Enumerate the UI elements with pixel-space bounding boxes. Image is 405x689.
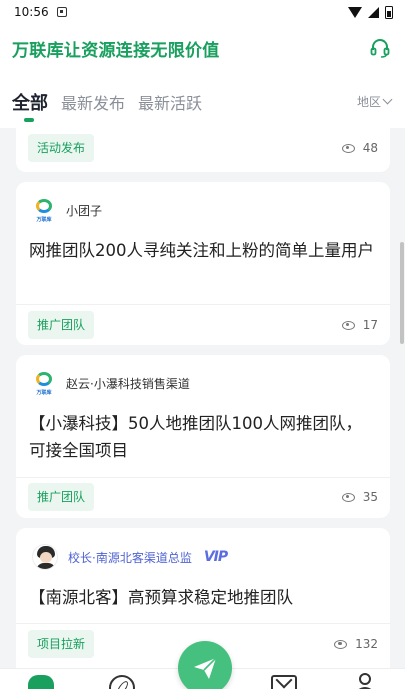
avatar[interactable]: 万联库 (32, 371, 56, 396)
post-tag[interactable]: 活动发布 (28, 134, 95, 162)
post-feed[interactable]: 活动发布 48 万联库 小团子 网推团队200人寻纯关注和上粉的简单上量用户 推… (0, 128, 405, 668)
view-count-value: 35 (362, 490, 378, 504)
author-name[interactable]: 小团子 (66, 202, 102, 219)
user-icon[interactable] (355, 673, 375, 689)
eye-icon (341, 320, 355, 330)
view-count: 17 (341, 318, 378, 332)
view-count-value: 132 (355, 637, 378, 651)
region-label: 地区 (356, 95, 381, 109)
eye-icon (341, 492, 355, 502)
filter-tabs: 全部 最新发布 最新活跃 地区 (0, 72, 405, 128)
view-count: 132 (334, 637, 378, 651)
publish-button[interactable] (178, 641, 232, 689)
post-tag[interactable]: 项目拉新 (28, 630, 95, 658)
post-card[interactable]: 万联库 赵云·小瀑科技销售渠道 【小瀑科技】50人地推团队100人网推团队，可接… (16, 355, 390, 518)
divider (16, 304, 390, 305)
post-author[interactable]: 万联库 小团子 (32, 198, 102, 223)
home-icon[interactable] (28, 675, 54, 689)
post-card[interactable]: 万联库 小团子 网推团队200人寻纯关注和上粉的简单上量用户 推广团队 17 (16, 182, 390, 345)
headset-icon[interactable] (369, 37, 391, 59)
eye-icon (334, 639, 348, 649)
post-content[interactable]: 网推团队200人寻纯关注和上粉的简单上量用户 (29, 237, 376, 264)
view-count-value: 48 (362, 141, 378, 155)
post-author[interactable]: 校长·南源北客渠道总监 VIP (32, 544, 228, 570)
post-content[interactable]: 【小瀑科技】50人地推团队100人网推团队，可接全国项目 (29, 410, 376, 464)
avatar[interactable] (32, 544, 58, 570)
notification-icon (56, 7, 67, 17)
avatar[interactable]: 万联库 (32, 198, 56, 223)
signal-icon (368, 6, 379, 18)
status-time: 10:56 (14, 5, 49, 19)
app-header: 万联库让资源连接无限价值 (0, 24, 405, 72)
vip-badge: VIP (203, 549, 228, 565)
send-icon (194, 657, 217, 679)
compass-icon[interactable] (109, 675, 135, 689)
post-author[interactable]: 万联库 赵云·小瀑科技销售渠道 (32, 371, 190, 396)
region-filter[interactable]: 地区 (356, 93, 393, 110)
active-tab-indicator (24, 118, 34, 122)
divider (16, 477, 390, 478)
tab-latest-posted[interactable]: 最新发布 (61, 90, 125, 114)
post-card[interactable]: 活动发布 48 (16, 128, 390, 172)
tab-all[interactable]: 全部 (12, 89, 48, 115)
view-count: 48 (341, 141, 378, 155)
post-tag[interactable]: 推广团队 (28, 311, 95, 339)
eye-icon (341, 143, 355, 153)
view-count: 35 (341, 490, 378, 504)
app-title: 万联库让资源连接无限价值 (12, 40, 220, 61)
tab-latest-active[interactable]: 最新活跃 (138, 90, 202, 114)
post-tag[interactable]: 推广团队 (28, 483, 95, 511)
battery-icon (385, 5, 393, 19)
divider (16, 623, 390, 624)
author-name[interactable]: 校长·南源北客渠道总监 (68, 549, 192, 566)
wifi-icon (348, 6, 362, 18)
view-count-value: 17 (362, 318, 378, 332)
status-bar: 10:56 (0, 0, 405, 24)
author-name[interactable]: 赵云·小瀑科技销售渠道 (66, 375, 190, 392)
chevron-down-icon (382, 94, 393, 105)
post-content[interactable]: 【南源北客】高预算求稳定地推团队 (29, 584, 376, 611)
mail-icon[interactable] (271, 675, 297, 689)
scrollbar[interactable] (400, 242, 404, 344)
